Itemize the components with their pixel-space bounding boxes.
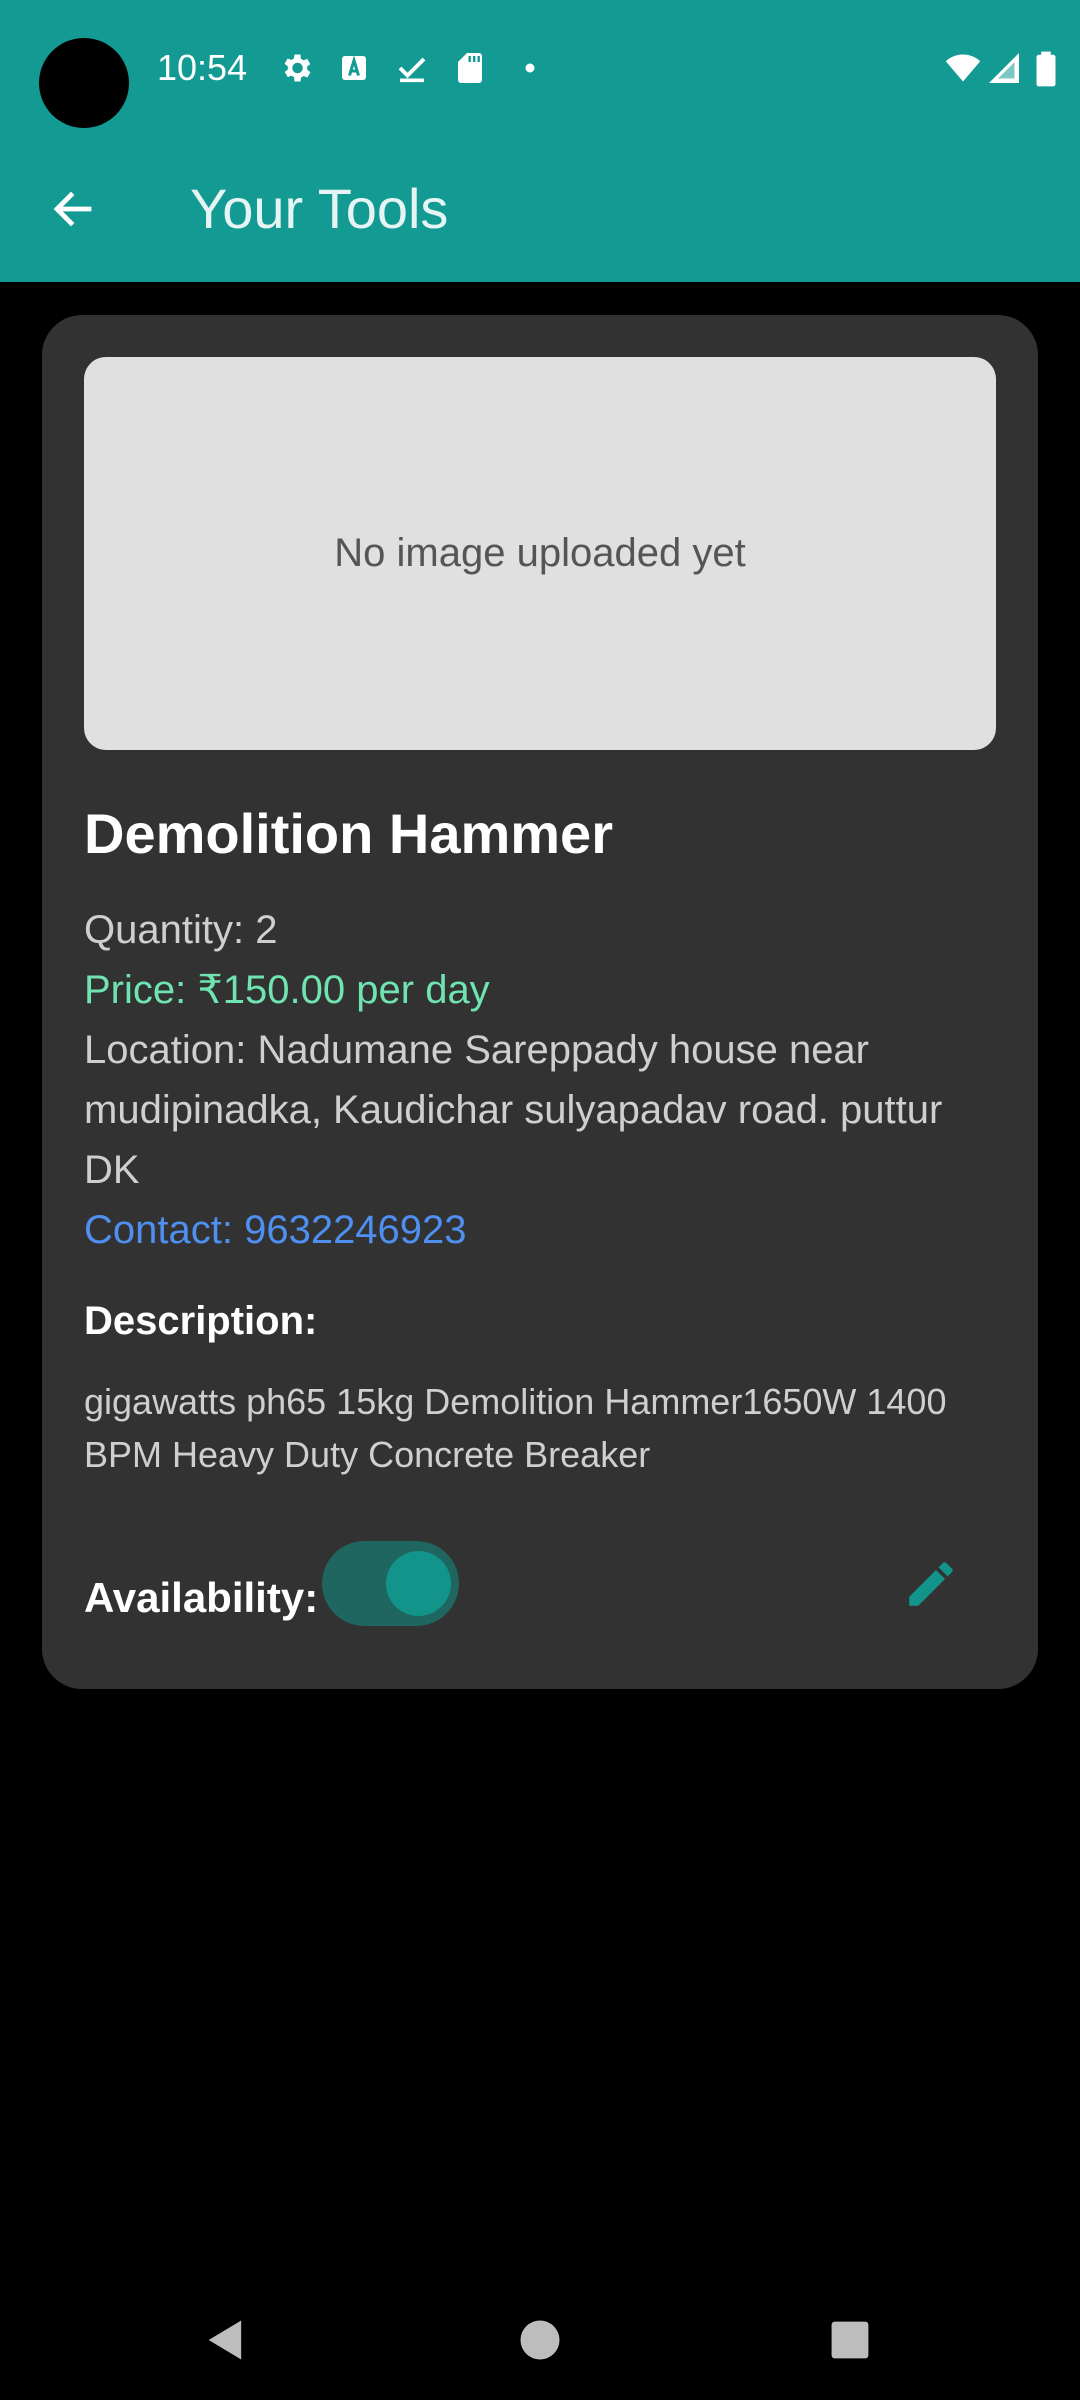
back-triangle-icon (208, 2320, 242, 2360)
image-placeholder-text: No image uploaded yet (334, 531, 746, 575)
nav-back-button[interactable] (196, 2310, 256, 2370)
camera-cutout (39, 38, 129, 128)
tool-location: Location: Nadumane Sareppady house near … (84, 1028, 943, 1192)
tool-contact-link[interactable]: Contact: 9632246923 (84, 1200, 467, 1260)
status-bar: 10:54 (0, 0, 1080, 136)
nav-recents-button[interactable] (820, 2310, 880, 2370)
tool-price: Price: ₹150.00 per day (84, 968, 490, 1012)
edit-button[interactable] (894, 1547, 968, 1621)
description-heading: Description: (84, 1299, 318, 1343)
arrow-back-icon (53, 191, 92, 227)
sd-card-icon (452, 50, 488, 86)
tool-name: Demolition Hammer (84, 802, 613, 865)
cellular-signal-icon (986, 50, 1022, 86)
home-circle-icon (520, 2320, 560, 2360)
wifi-icon (942, 50, 984, 86)
tool-description: gigawatts ph65 15kg Demolition Hammer165… (84, 1381, 947, 1475)
tool-quantity: Quantity: 2 (84, 908, 278, 952)
notification-dot-icon (512, 50, 548, 86)
download-done-icon (394, 50, 430, 86)
toggle-thumb (386, 1551, 451, 1616)
back-button[interactable] (28, 164, 118, 254)
settings-icon (278, 50, 314, 86)
availability-toggle[interactable] (322, 1541, 459, 1626)
tool-image-placeholder: No image uploaded yet (84, 357, 996, 750)
availability-label: Availability: (84, 1574, 319, 1621)
toolbar: Your Tools (0, 150, 1080, 268)
system-nav-bar (0, 2280, 1080, 2400)
recents-square-icon (831, 2321, 869, 2359)
battery-icon (1034, 50, 1058, 87)
keyboard-a-icon (336, 50, 372, 86)
nav-home-button[interactable] (510, 2310, 570, 2370)
app-header: 10:54 Your Tools (0, 0, 1080, 282)
tool-card[interactable]: No image uploaded yet Demolition Hammer … (42, 315, 1038, 1689)
status-time: 10:54 (157, 47, 248, 88)
pencil-edit-icon (909, 1562, 953, 1606)
page-title: Your Tools (190, 177, 449, 240)
